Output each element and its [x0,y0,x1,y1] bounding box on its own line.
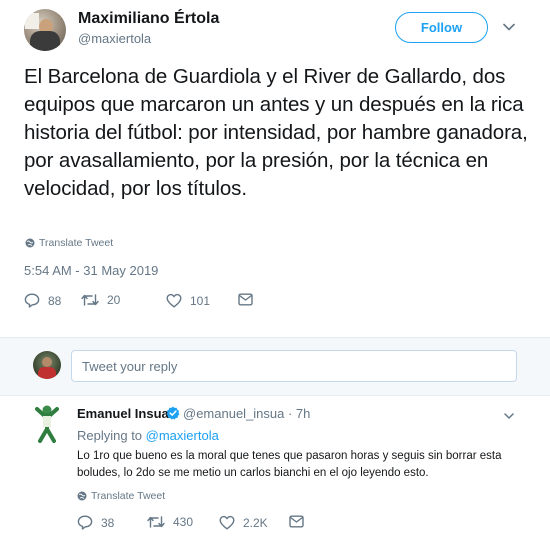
chevron-down-icon[interactable] [502,20,516,34]
reply-input[interactable]: Tweet your reply [71,350,517,382]
translate-tweet-link[interactable]: Translate Tweet [25,237,113,249]
globe-icon [77,491,87,501]
reply-like-action[interactable]: 2.2K [219,515,268,530]
direct-message-action[interactable] [238,293,253,306]
author-handle[interactable]: @maxiertola [78,31,151,46]
retweet-icon [81,294,99,306]
reply-composer: Tweet your reply [0,338,550,395]
tweet-timestamp[interactable]: 5:54 AM - 31 May 2019 [24,263,158,278]
reply-author-name[interactable]: Emanuel Insua [77,406,169,421]
replying-to-prefix: Replying to [77,428,146,443]
envelope-icon [238,293,253,306]
follow-button[interactable]: Follow [395,12,488,43]
chevron-down-icon[interactable] [503,410,515,422]
envelope-icon [289,515,304,528]
replying-to-mention[interactable]: @maxiertola [146,428,219,443]
avatar-sign-graphic [25,13,39,29]
reply-translate-tweet-link[interactable]: Translate Tweet [77,490,165,502]
reply-translate-tweet-label: Translate Tweet [91,490,166,502]
verified-badge-icon [166,406,180,420]
tweet-text: El Barcelona de Guardiola y el River de … [24,65,528,200]
reply-reply-count: 38 [101,515,115,530]
retweet-icon [147,516,165,528]
heart-icon [219,515,235,530]
author-display-name[interactable]: Maximiliano Értola [78,10,219,28]
reply-count: 88 [48,293,62,308]
replying-to: Replying to @maxiertola [77,428,219,443]
like-count: 101 [190,293,211,308]
translate-tweet-label: Translate Tweet [39,237,114,249]
reply-author-avatar[interactable] [32,403,62,443]
heart-icon [166,293,182,308]
reply-icon [24,293,40,308]
reply-reply-action[interactable]: 38 [77,515,114,530]
avatar-head-graphic [42,357,52,367]
reply-author-handle-time[interactable]: @emanuel_insua · 7h [183,406,310,421]
reply-retweet-count: 430 [173,515,194,529]
reply-icon [77,515,93,530]
reply-like-count: 2.2K [243,515,268,530]
globe-icon [25,238,35,248]
author-avatar[interactable] [24,9,66,51]
reply-action[interactable]: 88 [24,293,61,308]
retweet-count: 20 [107,293,121,307]
reply-text: Lo 1ro que bueno es la moral que tenes q… [77,450,502,479]
like-action[interactable]: 101 [166,293,210,308]
avatar-body-graphic [38,367,56,379]
reply-retweet-action[interactable]: 430 [147,515,193,529]
current-user-avatar[interactable] [33,351,61,379]
main-tweet: Maximiliano Értola @maxiertola Follow El… [0,0,550,338]
retweet-action[interactable]: 20 [81,293,120,307]
reply-direct-message-action[interactable] [289,515,304,528]
avatar-shirt-graphic [30,31,60,51]
